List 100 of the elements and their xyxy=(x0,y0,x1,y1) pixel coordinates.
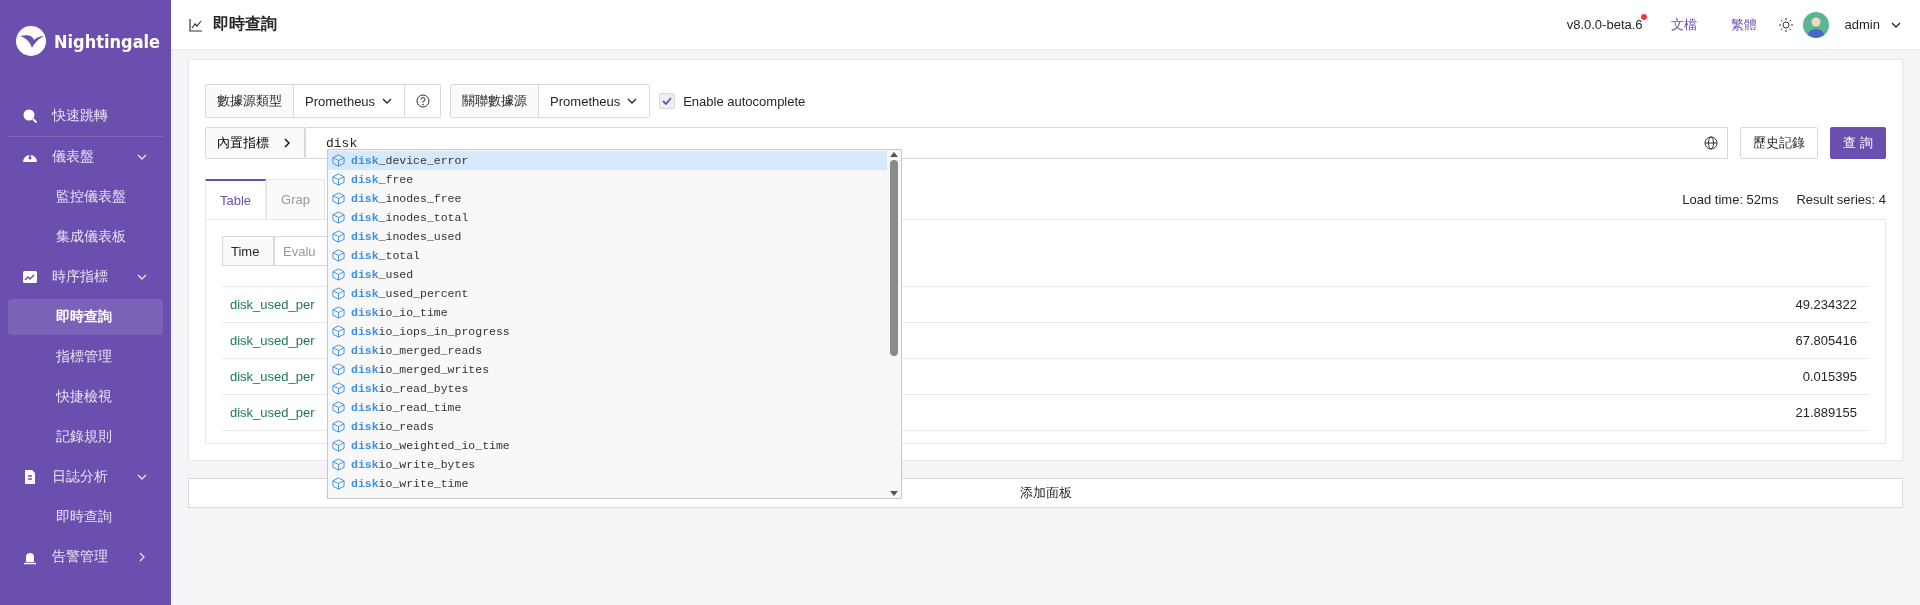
sidebar-item[interactable]: 指標管理 xyxy=(8,339,163,375)
scroll-up-icon[interactable] xyxy=(889,150,899,158)
suggestion-text: disk_inodes_total xyxy=(351,211,469,224)
scroll-down-icon[interactable] xyxy=(889,490,899,498)
suggestion-item[interactable]: diskio_read_time xyxy=(328,398,887,417)
suggestion-item[interactable]: disk_free xyxy=(328,170,887,189)
suggestion-text: diskio_weighted_io_time xyxy=(351,439,510,452)
suggestion-text: disk_total xyxy=(351,249,421,262)
sun-icon[interactable] xyxy=(1778,17,1793,32)
cube-icon xyxy=(332,344,345,357)
cube-icon xyxy=(332,230,345,243)
suggestion-text: diskio_write_bytes xyxy=(351,458,476,471)
sidebar-label: 快速跳轉 xyxy=(52,107,109,125)
metric-name: disk_used_per xyxy=(230,369,315,384)
sidebar-item[interactable]: 記錄規則 xyxy=(8,419,163,455)
suggestion-item[interactable]: diskio_reads xyxy=(328,417,887,436)
cube-icon xyxy=(332,477,345,490)
segment-button[interactable]: Time xyxy=(222,236,274,266)
metric-value: 21.889155 xyxy=(1795,405,1857,420)
sidebar-item[interactable]: 即時查詢 xyxy=(8,499,163,535)
sidebar-group[interactable]: 日誌分析 xyxy=(0,457,171,497)
globe-icon[interactable] xyxy=(1704,136,1719,150)
suggestion-item[interactable]: disk_inodes_free xyxy=(328,189,887,208)
suggestion-item[interactable]: diskio_merged_writes xyxy=(328,360,887,379)
suggestion-item[interactable]: disk_used_percent xyxy=(328,284,887,303)
sidebar-label: 儀表盤 xyxy=(52,148,95,166)
cube-icon xyxy=(332,382,345,395)
cube-icon xyxy=(332,401,345,414)
suggestion-text: diskio_write_time xyxy=(351,477,469,490)
sidebar-label: 日誌分析 xyxy=(52,468,109,486)
cube-icon xyxy=(332,154,345,167)
query-button[interactable]: 查 詢 xyxy=(1830,127,1886,159)
metric-value: 67.805416 xyxy=(1795,333,1857,348)
cube-icon xyxy=(332,287,345,300)
suggestion-text: diskio_iops_in_progress xyxy=(351,325,510,338)
page-title: 即時查詢 xyxy=(213,14,278,34)
suggestion-item[interactable]: disk_used xyxy=(328,265,887,284)
suggestion-text: disk_inodes_free xyxy=(351,192,462,205)
cube-icon xyxy=(332,420,345,433)
metric-name: disk_used_per xyxy=(230,297,315,312)
field-label: 數據源類型 xyxy=(206,85,294,117)
suggestion-text: diskio_reads xyxy=(351,420,434,433)
suggestion-item[interactable]: diskio_iops_in_progress xyxy=(328,322,887,341)
suggestion-item[interactable]: disk_device_error xyxy=(328,151,887,170)
suggestion-text: disk_free xyxy=(351,173,414,186)
version-label: v8.0.0-beta.6 xyxy=(1566,17,1643,32)
suggestion-text: diskio_merged_writes xyxy=(351,363,490,376)
help-icon xyxy=(415,94,430,108)
cube-icon xyxy=(332,439,345,452)
sidebar-label: 時序指標 xyxy=(52,268,109,286)
cube-icon xyxy=(332,173,345,186)
suggestion-item[interactable]: disk_inodes_total xyxy=(328,208,887,227)
suggestion-text: diskio_read_bytes xyxy=(351,382,469,395)
sidebar-group[interactable]: 時序指標 xyxy=(0,257,171,297)
cube-icon xyxy=(332,268,345,281)
suggestion-text: diskio_merged_reads xyxy=(351,344,483,357)
metric-name: disk_used_per xyxy=(230,405,315,420)
suggestion-text: diskio_read_time xyxy=(351,401,462,414)
line-chart-icon xyxy=(22,269,38,285)
cube-icon xyxy=(332,363,345,376)
sidebar-item[interactable]: 即時查詢 xyxy=(8,299,163,335)
bird-logo-icon xyxy=(14,24,48,58)
checkbox[interactable] xyxy=(659,93,676,109)
cube-icon xyxy=(332,325,345,338)
stat-text: Load time: 52ms xyxy=(1682,192,1779,207)
suggestion-item[interactable]: diskio_read_bytes xyxy=(328,379,887,398)
line-chart-icon xyxy=(189,17,203,32)
cube-icon xyxy=(332,306,345,319)
sidebar-group[interactable]: 儀表盤 xyxy=(0,137,171,177)
suggestion-text: disk_used xyxy=(351,268,414,281)
sidebar-label: 告警管理 xyxy=(52,548,109,566)
document-icon xyxy=(22,469,38,485)
suggestion-item[interactable]: diskio_weighted_io_time xyxy=(328,436,887,455)
cube-icon xyxy=(332,458,345,471)
user-name[interactable]: admin xyxy=(1844,17,1880,32)
header-link[interactable]: 文檔 xyxy=(1670,15,1697,34)
suggestion-item[interactable]: diskio_io_time xyxy=(328,303,887,322)
avatar-icon[interactable] xyxy=(1802,11,1829,38)
suggestion-item[interactable]: diskio_merged_reads xyxy=(328,341,887,360)
sidebar-group[interactable]: 快速跳轉 xyxy=(0,96,171,136)
sidebar-item[interactable]: 快捷檢視 xyxy=(8,379,163,415)
cube-icon xyxy=(332,211,345,224)
suggestion-text: diskio_io_time xyxy=(351,306,448,319)
suggestion-text: disk_inodes_used xyxy=(351,230,462,243)
header-link[interactable]: 繁體 xyxy=(1730,15,1757,34)
cube-icon xyxy=(332,192,345,205)
tab[interactable]: Table xyxy=(205,179,267,219)
checkbox-label[interactable]: Enable autocomplete xyxy=(683,93,806,109)
metric-value: 0.015395 xyxy=(1802,369,1857,384)
cube-icon xyxy=(332,249,345,262)
scrollbar[interactable] xyxy=(887,150,901,498)
sidebar-group[interactable]: 告警管理 xyxy=(0,537,171,577)
brand-name: Nightingale xyxy=(54,30,161,52)
sidebar-item[interactable]: 集成儀表板 xyxy=(8,219,163,255)
suggestion-item[interactable]: diskio_write_bytes xyxy=(328,455,887,474)
builtin-metrics-button[interactable]: 內置指標 xyxy=(205,127,305,159)
search-icon xyxy=(22,108,38,124)
sidebar-item[interactable]: 監控儀表盤 xyxy=(8,179,163,215)
history-button[interactable]: 歷史記錄 xyxy=(1740,127,1819,159)
stat-text: Result series: 4 xyxy=(1796,192,1886,207)
